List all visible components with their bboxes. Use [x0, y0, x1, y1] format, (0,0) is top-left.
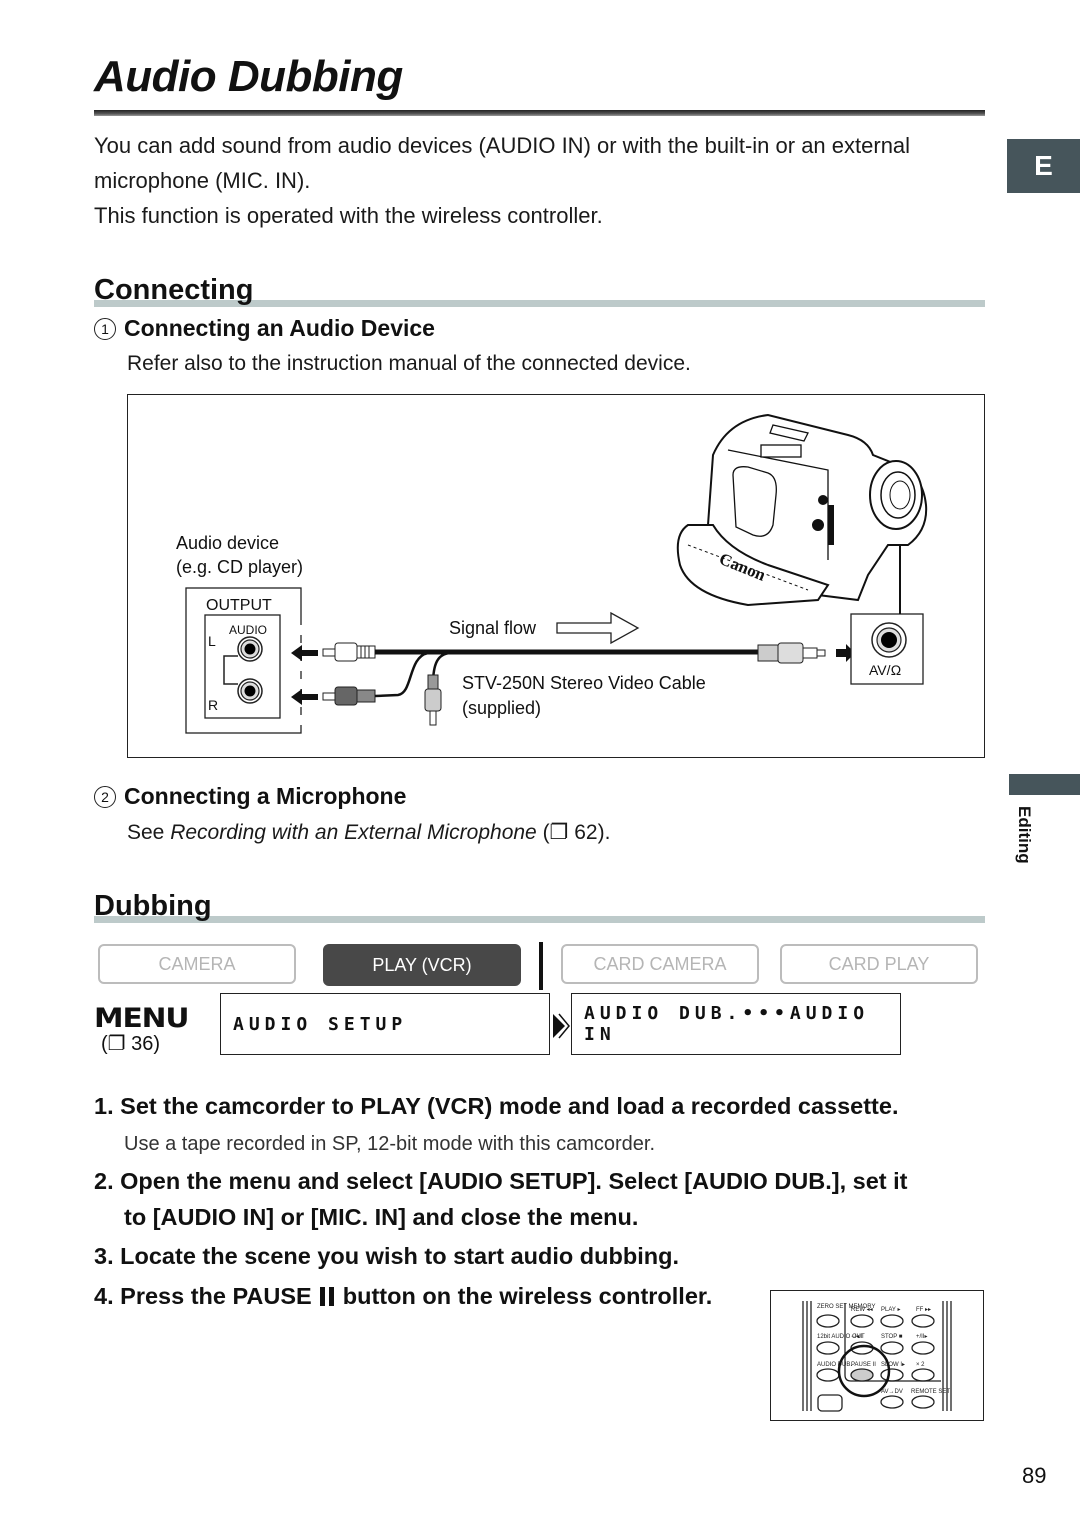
audio-jack-right — [237, 678, 263, 704]
page-title: Audio Dubbing — [94, 52, 403, 101]
remote-label: +/II▸ — [916, 1334, 928, 1340]
step-number-badge: 1 — [94, 318, 116, 340]
menu-item-audio-setup: AUDIO SETUP — [220, 993, 550, 1055]
pause-icon — [320, 1287, 326, 1306]
step-4: 4. Press the PAUSE button on the wireles… — [94, 1278, 712, 1314]
step-1: 1. Set the camcorder to PLAY (VCR) mode … — [94, 1088, 899, 1124]
subheading-microphone-text: Connecting a Microphone — [124, 783, 407, 809]
step-2-continued: to [AUDIO IN] or [MIC. IN] and close the… — [124, 1204, 639, 1230]
step-number: 1. — [94, 1093, 114, 1119]
cable-right-branch — [374, 651, 429, 698]
left-channel-label: L — [208, 633, 216, 649]
microphone-note-prefix: See — [127, 821, 171, 844]
intro-line-1: You can add sound from audio devices (AU… — [94, 133, 911, 158]
microphone-note-suffix: (❐ 62). — [536, 821, 611, 844]
wireless-controller-illustration: ZERO SET MEMORY REW ◂◂ PLAY ▸ FF ▸▸ 12bi… — [770, 1290, 984, 1421]
remote-label: REW ◂◂ — [851, 1307, 873, 1313]
step-text-end: button on the wireless controller. — [336, 1283, 713, 1309]
subheading-audio-device-text: Connecting an Audio Device — [124, 315, 435, 341]
remote-label: STOP ■ — [881, 1334, 903, 1340]
language-tab: E — [1007, 139, 1080, 193]
chapter-tab — [1009, 774, 1080, 795]
step-2: 2. Open the menu and select [AUDIO SETUP… — [94, 1163, 908, 1199]
rca-plug-video — [424, 674, 442, 726]
audio-device-example: (e.g. CD player) — [176, 557, 304, 577]
subheading-microphone: 2 Connecting a Microphone — [94, 783, 406, 810]
menu-logo: MENU — [94, 1003, 190, 1034]
step-text: Set the camcorder to PLAY (VCR) mode and… — [120, 1093, 899, 1119]
rca-plug-white — [322, 642, 376, 662]
output-label: OUTPUT — [206, 597, 272, 614]
right-channel-label: R — [208, 697, 219, 713]
rca-plug-red — [322, 686, 376, 706]
subheading-audio-device: 1 Connecting an Audio Device — [94, 315, 435, 342]
chapter-label-text: Editing — [1015, 806, 1034, 864]
intro-line-2: microphone (MIC. IN). — [94, 168, 311, 193]
step-text: Locate the scene you wish to start audio… — [120, 1243, 679, 1269]
mini-plug — [757, 642, 826, 664]
intro-line-3: This function is operated with the wirel… — [94, 203, 603, 228]
audio-label: AUDIO — [229, 623, 268, 637]
av-jack — [871, 622, 907, 658]
signal-flow-arrow-icon — [556, 611, 640, 645]
remote-label: AUDIO DUB. — [817, 1362, 852, 1368]
section-heading-connecting: Connecting — [94, 274, 254, 306]
remote-label: −/◂II — [851, 1334, 863, 1340]
menu-item-audio-dub: AUDIO DUB.•••AUDIO IN — [571, 993, 901, 1055]
menu-chevron-icon — [553, 1013, 570, 1039]
remote-label: SLOW I▸ — [881, 1362, 905, 1368]
menu-page-ref: (❐ 36) — [101, 1033, 161, 1055]
title-rule — [94, 110, 985, 116]
mode-camera: CAMERA — [98, 944, 296, 984]
audio-device-label: Audio device — [176, 533, 280, 553]
remote-label: PAUSE II — [851, 1362, 876, 1368]
pause-icon — [329, 1287, 335, 1306]
signal-flow-label: Signal flow — [449, 618, 537, 638]
cable-label: STV-250N Stereo Video Cable — [462, 673, 706, 693]
section-heading-dubbing: Dubbing — [94, 890, 212, 922]
step-3: 3. Locate the scene you wish to start au… — [94, 1238, 679, 1274]
section-bar-dubbing — [94, 916, 985, 923]
step-number: 4. — [94, 1283, 114, 1309]
remote-label: × 2 — [916, 1362, 925, 1368]
audio-device-note: Refer also to the instruction manual of … — [127, 352, 691, 375]
remote-label: PLAY ▸ — [881, 1307, 900, 1313]
chapter-label: Editing — [1006, 806, 1036, 886]
remote-label: AV→DV — [881, 1389, 903, 1395]
av-jack-label: AV/Ω — [869, 662, 902, 678]
step-number-badge: 2 — [94, 786, 116, 808]
microphone-note: See Recording with an External Microphon… — [127, 820, 610, 845]
page-number: 89 — [1022, 1463, 1047, 1488]
step-text: Press the PAUSE — [120, 1283, 319, 1309]
mode-separator — [539, 942, 543, 990]
microphone-reference-link: Recording with an External Microphone — [170, 821, 537, 844]
remote-label: FF ▸▸ — [916, 1307, 931, 1313]
remote-label: REMOTE SET — [911, 1389, 950, 1395]
step-number: 2. — [94, 1168, 114, 1194]
step-1-note: Use a tape recorded in SP, 12-bit mode w… — [124, 1133, 656, 1155]
step-number: 3. — [94, 1243, 114, 1269]
connection-diagram: Canon Audio device (e.g. CD player) OUTP… — [127, 394, 985, 758]
step-text: Open the menu and select [AUDIO SETUP]. … — [120, 1168, 908, 1194]
camcorder-illustration — [676, 413, 928, 607]
mode-card-camera: CARD CAMERA — [561, 944, 759, 984]
mode-card-play: CARD PLAY — [780, 944, 978, 984]
mode-play-vcr: PLAY (VCR) — [323, 944, 521, 986]
remote-art: ZERO SET MEMORY REW ◂◂ PLAY ▸ FF ▸▸ 12bi… — [802, 1301, 952, 1412]
cable-supplied-label: (supplied) — [462, 698, 542, 718]
